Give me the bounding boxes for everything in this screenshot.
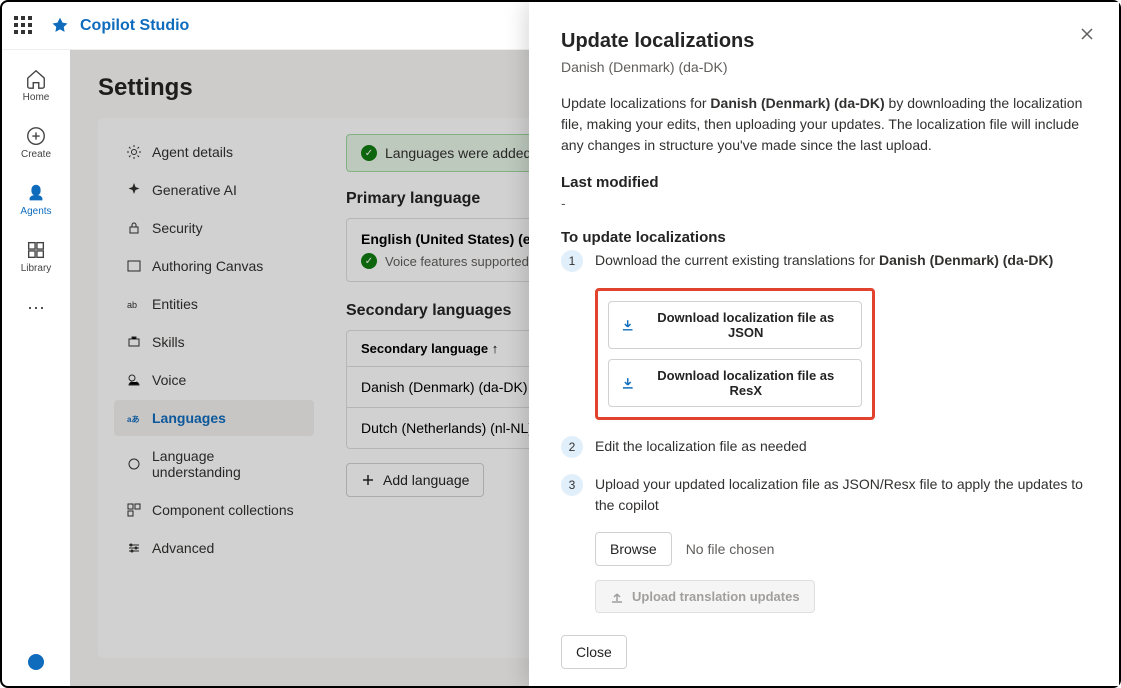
step-3: 3 Upload your updated localization file …: [561, 474, 1087, 516]
plus-circle-icon: [25, 125, 47, 147]
no-file-label: No file chosen: [686, 541, 775, 557]
step-number: 3: [561, 474, 583, 496]
update-localizations-panel: Update localizations Danish (Denmark) (d…: [529, 2, 1119, 686]
rail-more[interactable]: ⋯: [27, 298, 45, 319]
library-icon: [25, 239, 47, 261]
step-1: 1 Download the current existing translat…: [561, 250, 1087, 272]
step-number: 2: [561, 436, 583, 458]
panel-description: Update localizations for Danish (Denmark…: [561, 93, 1087, 156]
browse-button[interactable]: Browse: [595, 532, 672, 566]
home-icon: [25, 68, 47, 90]
info-badge-icon[interactable]: [28, 654, 44, 670]
rail-agents[interactable]: Agents: [8, 176, 64, 223]
panel-subtitle: Danish (Denmark) (da-DK): [561, 59, 1087, 75]
rail-home[interactable]: Home: [8, 62, 64, 109]
agents-icon: [25, 182, 47, 204]
to-update-heading: To update localizations: [561, 229, 1087, 246]
rail-library[interactable]: Library: [8, 233, 64, 280]
step-number: 1: [561, 250, 583, 272]
last-modified-label: Last modified: [561, 174, 1087, 191]
panel-title: Update localizations: [561, 30, 1087, 53]
brand-title: Copilot Studio: [80, 17, 189, 35]
close-icon[interactable]: [1079, 26, 1095, 42]
download-json-button[interactable]: Download localization file as JSON: [608, 301, 862, 349]
app-launcher-icon[interactable]: [14, 16, 34, 36]
rail-create[interactable]: Create: [8, 119, 64, 166]
upload-button-disabled: Upload translation updates: [595, 580, 815, 613]
left-nav-rail: Home Create Agents Library ⋯: [2, 50, 70, 686]
upload-icon: [610, 590, 624, 604]
copilot-logo-icon: [50, 16, 70, 36]
step-2: 2 Edit the localization file as needed: [561, 436, 1087, 458]
last-modified-value: -: [561, 195, 1087, 211]
download-icon: [621, 376, 635, 390]
close-button[interactable]: Close: [561, 635, 627, 669]
download-resx-button[interactable]: Download localization file as ResX: [608, 359, 862, 407]
download-icon: [621, 318, 634, 332]
download-buttons-highlight: Download localization file as JSON Downl…: [595, 288, 875, 420]
